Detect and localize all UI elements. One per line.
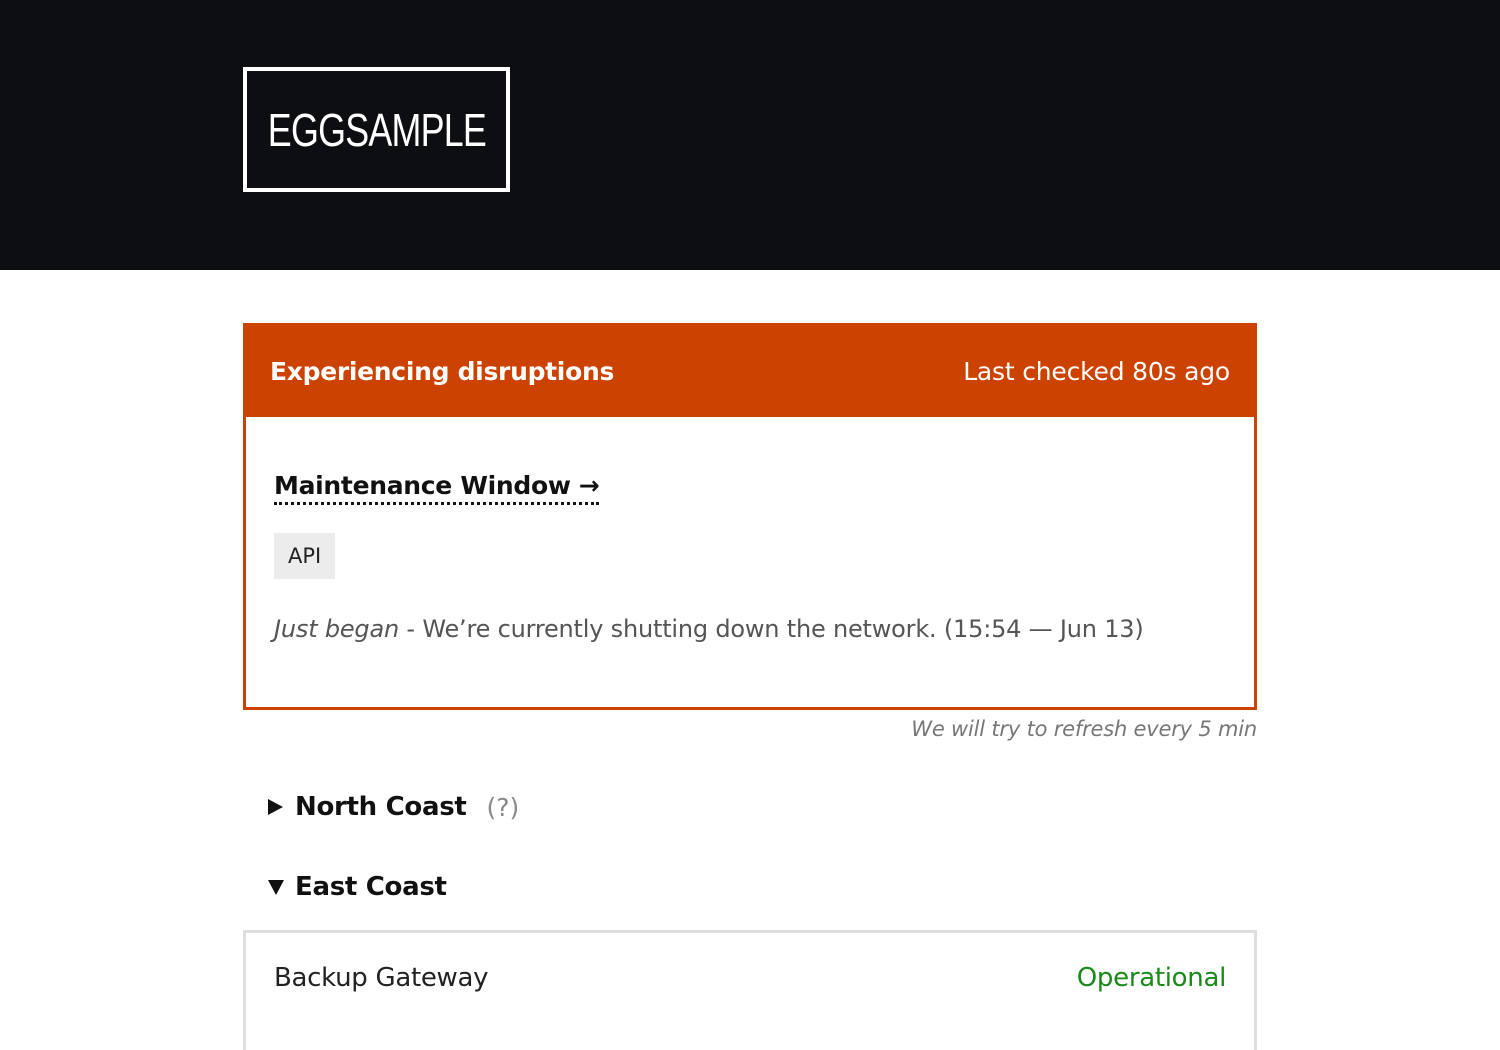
component-name: Backup Gateway: [274, 963, 489, 993]
region-toggle-north-coast[interactable]: North Coast (?): [268, 792, 519, 822]
refresh-note: We will try to refresh every 5 min: [911, 717, 1257, 741]
component-list: Backup Gateway Operational: [243, 930, 1257, 1050]
status-card: Experiencing disruptions Last checked 80…: [243, 323, 1257, 710]
region-label: North Coast: [295, 792, 467, 822]
last-checked: Last checked 80s ago: [963, 357, 1230, 386]
incident-update: Just began - We’re currently shutting do…: [274, 615, 1226, 643]
logo-text: EGGSAMPLE: [267, 103, 486, 156]
affected-component-tag: API: [274, 533, 336, 579]
component-row: Backup Gateway Operational: [246, 933, 1254, 993]
caret-right-icon: [268, 799, 283, 815]
status-title: Experiencing disruptions: [270, 357, 615, 386]
incident-title: Maintenance Window: [274, 471, 571, 500]
incident-time: (15:54 — Jun 13): [943, 615, 1144, 643]
help-tooltip-trigger[interactable]: (?): [487, 793, 520, 822]
site-header: EGGSAMPLE: [0, 0, 1500, 270]
arrow-right-icon: →: [578, 471, 600, 500]
incident-panel: Maintenance Window → API Just began - We’…: [246, 417, 1254, 643]
incident-message: We’re currently shutting down the networ…: [422, 615, 937, 643]
region-label: East Coast: [295, 872, 447, 902]
caret-down-icon: [268, 879, 284, 895]
status-banner: Experiencing disruptions Last checked 80…: [246, 326, 1254, 417]
incident-title-link[interactable]: Maintenance Window →: [274, 471, 600, 505]
region-toggle-east-coast[interactable]: East Coast: [268, 872, 447, 902]
incident-phase: Just began: [274, 615, 399, 643]
component-status: Operational: [1076, 963, 1227, 993]
incident-separator: -: [399, 615, 423, 643]
site-logo[interactable]: EGGSAMPLE: [243, 67, 510, 192]
